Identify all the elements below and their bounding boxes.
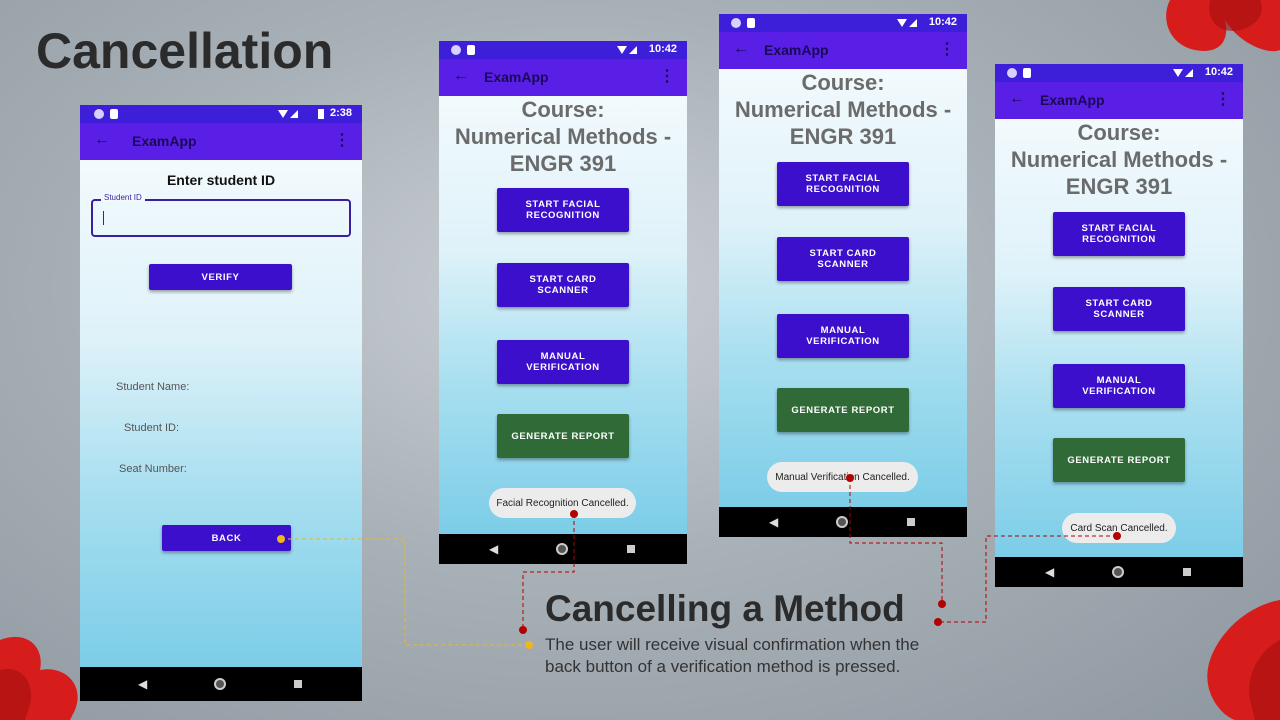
connector-dot <box>570 510 578 518</box>
caption-body: The user will receive visual confirmatio… <box>545 635 920 676</box>
connector-dot <box>938 600 946 608</box>
connector-manual-toast <box>849 478 943 604</box>
connector-dot <box>277 535 285 543</box>
connector-back-button <box>281 538 529 646</box>
connector-dot <box>1113 532 1121 540</box>
connector-card-toast <box>938 535 1117 623</box>
connector-dot <box>519 626 527 634</box>
connector-dot <box>846 474 854 482</box>
connector-dot <box>934 618 942 626</box>
connector-dot <box>525 641 533 649</box>
caption-title: Cancelling a Method <box>545 588 905 629</box>
